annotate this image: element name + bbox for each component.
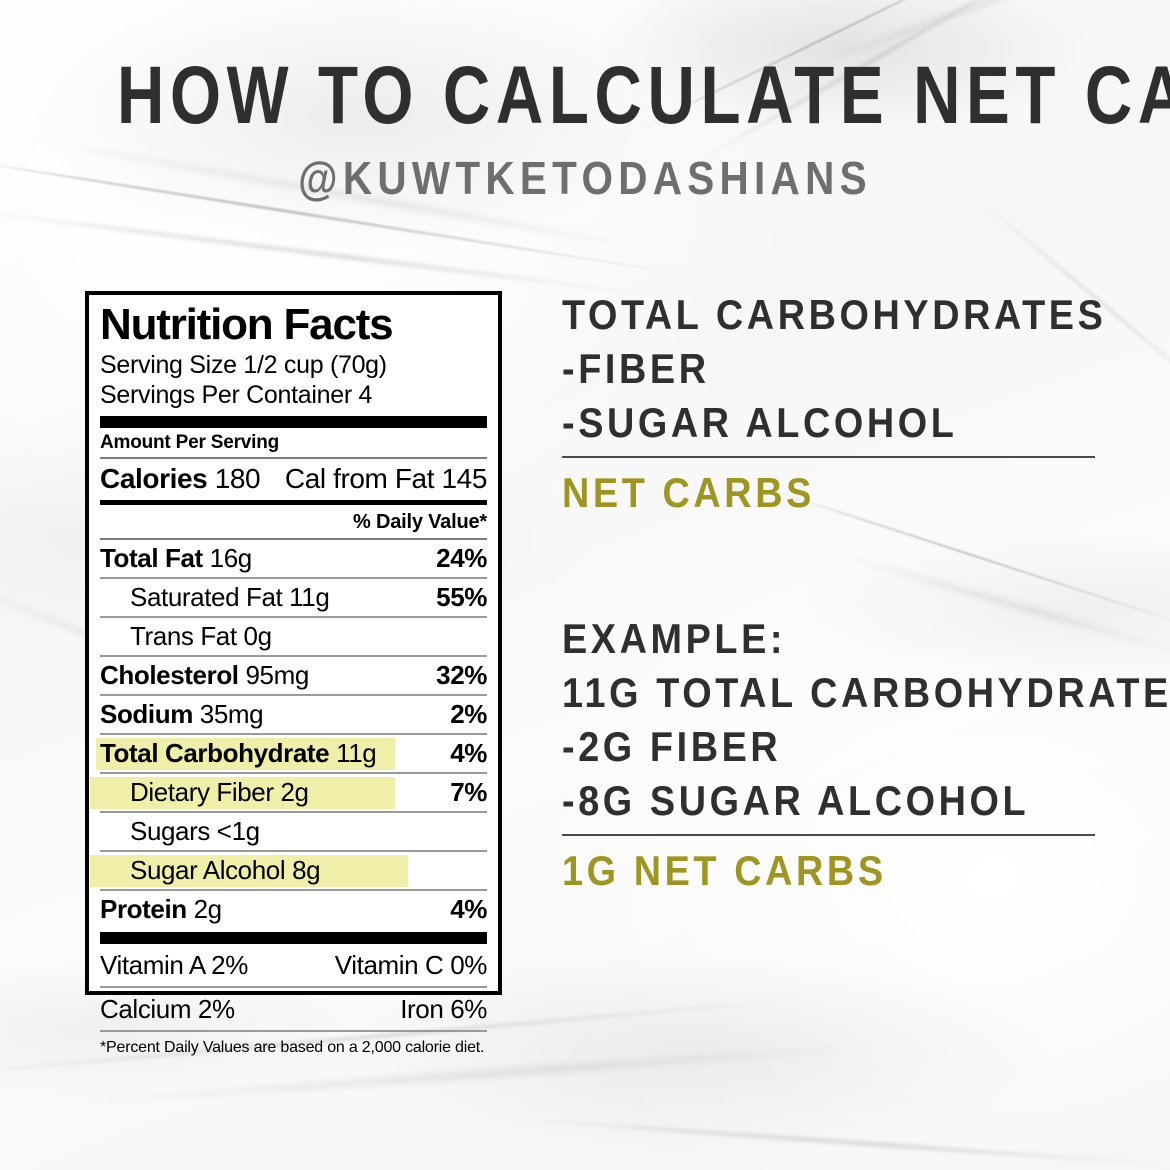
row-amount: 95mg [238, 660, 309, 690]
vitamin-left: Vitamin A 2% [100, 950, 248, 980]
row-label: Protein [100, 894, 187, 924]
row-amount: 2g [186, 894, 223, 924]
row-amount: 35mg [192, 699, 264, 729]
example-divider [562, 834, 1095, 836]
page-title: HOW TO CALCULATE NET CARBS [117, 50, 1170, 141]
net-carbs-formula: TOTAL CARBOHYDRATES -FIBER -SUGAR ALCOHO… [562, 288, 1162, 520]
example-result-net-carbs: 1G NET CARBS [562, 847, 887, 894]
row-label: Dietary Fiber 2g [130, 777, 309, 807]
table-row: Trans Fat 0g [100, 618, 487, 655]
example-line-total-carbohydrates: 11G TOTAL CARBOHYDRATES [562, 669, 1170, 716]
table-row: Cholesterol 95mg 32% [100, 657, 487, 694]
row-label: Total Fat [100, 543, 203, 573]
servings-per-container: Servings Per Container 4 [100, 381, 373, 409]
row-dv: 2% [450, 699, 487, 729]
serving-size: Serving Size 1/2 cup (70g) [100, 351, 387, 379]
row-amount: 16g [202, 543, 253, 573]
net-carbs-example: EXAMPLE: 11G TOTAL CARBOHYDRATES -2G FIB… [562, 612, 1170, 898]
row-label: Sodium [100, 699, 193, 729]
table-row: Sodium 35mg 2% [100, 696, 487, 733]
example-line-minus-fiber: -2G FIBER [562, 723, 782, 770]
social-handle: @KUWTKETODASHIANS [298, 152, 872, 204]
vitamin-right: Iron 6% [400, 994, 487, 1024]
table-row: Saturated Fat 11g 55% [100, 579, 487, 616]
row-label: Sugar Alcohol 8g [130, 855, 321, 885]
footnote: *Percent Daily Values are based on a 2,0… [100, 1039, 485, 1056]
table-row: Sugars <1g [100, 813, 487, 850]
calories-row: Calories 180 Cal from Fat 145 [100, 459, 487, 500]
example-heading: EXAMPLE: [562, 615, 787, 662]
table-row-vitamins-2: Calcium 2% Iron 6% [100, 988, 487, 1030]
formula-line-minus-fiber: -FIBER [562, 345, 710, 392]
row-dv: 4% [450, 738, 487, 768]
row-amount: 11g [329, 738, 377, 768]
poster-canvas: HOW TO CALCULATE NET CARBS @KUWTKETODASH… [0, 0, 1170, 1170]
row-dv: 7% [450, 777, 487, 807]
table-row-total-carbohydrate-highlighted: Total Carbohydrate 11g 4% [96, 735, 487, 772]
row-label: Cholesterol [100, 660, 239, 690]
amount-per-serving: Amount Per Serving [100, 432, 280, 453]
cal-from-fat: Cal from Fat 145 [284, 463, 488, 494]
formula-result-net-carbs: NET CARBS [562, 469, 815, 516]
table-row-dietary-fiber-highlighted: Dietary Fiber 2g 7% [90, 774, 487, 811]
divider-thick-top [100, 416, 487, 428]
row-dv: 24% [436, 543, 487, 573]
row-label: Trans Fat 0g [130, 621, 272, 651]
table-row: Protein 2g 4% [100, 891, 487, 928]
row-dv: 55% [436, 582, 487, 612]
table-row-sugar-alcohol-highlighted: Sugar Alcohol 8g [90, 852, 487, 889]
formula-line-minus-sugar-alcohol: -SUGAR ALCOHOL [562, 399, 958, 446]
row-label: Saturated Fat 11g [130, 582, 330, 612]
daily-value-header: % Daily Value* [353, 511, 487, 533]
formula-divider [562, 456, 1095, 458]
row-label: Total Carbohydrate [100, 738, 330, 768]
calories-label: Calories 180 [100, 463, 261, 494]
row-label: Sugars <1g [130, 816, 260, 846]
row-dv: 32% [436, 660, 487, 690]
vitamin-left: Calcium 2% [100, 994, 235, 1024]
formula-line-total-carbohydrates: TOTAL CARBOHYDRATES [562, 291, 1107, 338]
divider-thick-bottom [100, 932, 487, 944]
table-row-vitamins-1: Vitamin A 2% Vitamin C 0% [100, 944, 487, 986]
vitamin-right: Vitamin C 0% [334, 950, 488, 980]
nutrition-facts-title: Nutrition Facts [100, 300, 394, 349]
nutrition-facts-label: Nutrition Facts Serving Size 1/2 cup (70… [85, 291, 502, 1056]
example-line-minus-sugar-alcohol: -8G SUGAR ALCOHOL [562, 777, 1030, 824]
row-dv: 4% [450, 894, 487, 924]
table-row: Total Fat 16g 24% [100, 540, 487, 577]
